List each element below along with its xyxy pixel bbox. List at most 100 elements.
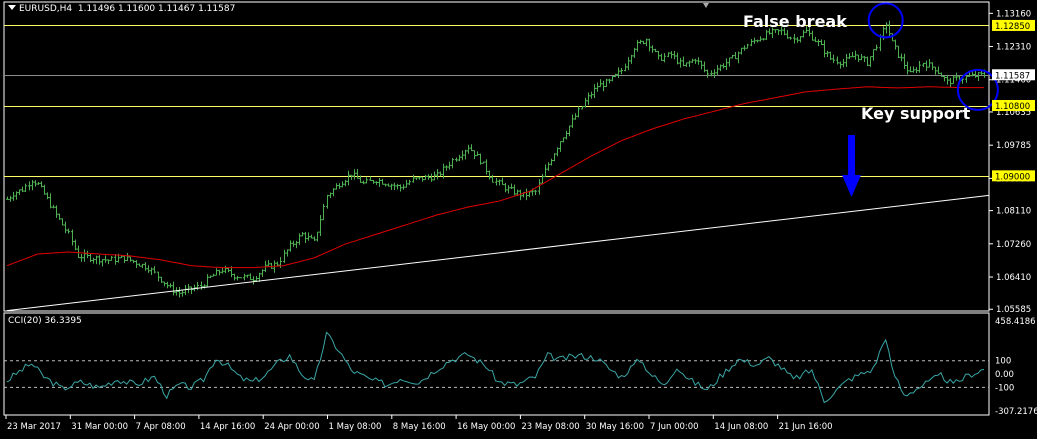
- ohlc-bar: [181, 290, 184, 297]
- ohlc-bar: [753, 37, 756, 44]
- ohlc-bar: [759, 36, 762, 42]
- ohlc-bar: [796, 37, 799, 43]
- indicator-header: CCI(20) 36.3395: [8, 316, 82, 326]
- price-tick-label: 1.12310: [996, 43, 1031, 53]
- ohlc-bar: [587, 92, 590, 105]
- ohlc-bar: [12, 191, 15, 201]
- ohlc-bar: [233, 273, 236, 281]
- ohlc-bar: [415, 177, 418, 181]
- ohlc-bar: [396, 183, 399, 190]
- cci-indicator: [4, 331, 989, 404]
- ohlc-bar: [700, 60, 703, 70]
- ohlc-bar: [832, 54, 835, 63]
- ohlc-bar: [501, 177, 504, 186]
- price-tick-label: 1.07260: [996, 240, 1031, 250]
- ohlc-bar: [476, 151, 479, 157]
- ohlc-bar: [114, 253, 117, 265]
- ohlc-bar: [716, 65, 719, 75]
- ohlc-bar: [685, 62, 688, 67]
- ohlc-bar: [341, 181, 344, 188]
- ohlc-bar: [157, 271, 160, 282]
- ohlc-bar: [498, 179, 501, 186]
- cci-pane-border: [3, 312, 990, 416]
- main-pane-border: [3, 1, 990, 312]
- ohlc-bar: [18, 189, 21, 196]
- chart-header: EURUSD,H4 1.11496 1.11600 1.11467 1.1158…: [8, 4, 235, 14]
- trendline-path: [6, 194, 990, 312]
- moving-average-line: [6, 86, 984, 269]
- ohlc-bar: [485, 159, 488, 175]
- ohlc-bar: [21, 186, 24, 192]
- ohlc-bar: [789, 36, 792, 40]
- ohlc-bar: [71, 229, 74, 246]
- ohlc-bar: [556, 147, 559, 157]
- ohlc-bar: [900, 53, 903, 62]
- ohlc-bar: [703, 61, 706, 73]
- ohlc-bar: [298, 233, 301, 246]
- ohlc-bar: [402, 184, 405, 190]
- ohlc-bar: [786, 30, 789, 39]
- ohlc-bar: [92, 257, 95, 264]
- ohlc-bar: [836, 56, 839, 65]
- ohlc-bar: [547, 162, 550, 171]
- ohlc-bar: [534, 189, 537, 195]
- ohlc-bar: [55, 205, 58, 218]
- level-price-label: 1.10800: [995, 102, 1030, 112]
- price-chart[interactable]: 1.131601.123101.114601.106351.097851.089…: [0, 0, 1037, 439]
- ohlc-bar: [421, 176, 424, 182]
- ohlc-bar: [943, 75, 946, 82]
- ohlc-bar: [565, 130, 568, 140]
- ohlc-bar: [34, 180, 37, 187]
- ohlc-bar: [141, 263, 144, 268]
- ohlc-bar: [304, 231, 307, 243]
- ohlc-bar: [433, 171, 436, 181]
- ohlc-bar: [172, 281, 175, 296]
- ohlc-bar: [46, 192, 49, 200]
- ohlc-bar: [123, 255, 126, 264]
- time-tick-label: 7 Apr 08:00: [136, 422, 186, 432]
- ohlc-bar: [461, 150, 464, 161]
- ohlc-bar: [61, 218, 64, 226]
- price-tick-label: 1.06410: [996, 273, 1031, 283]
- ohlc-bar: [236, 275, 239, 281]
- ohlc-bar: [369, 176, 372, 182]
- ohlc-bar: [24, 183, 27, 192]
- ohlc-bar: [126, 253, 129, 262]
- ohlc-bar: [875, 44, 878, 51]
- ohlc-bar: [845, 53, 848, 67]
- ohlc-bar: [221, 267, 224, 274]
- ohlc-bar: [577, 106, 580, 118]
- down-arrow-icon: [842, 175, 861, 197]
- ohlc-bar: [848, 53, 851, 59]
- ohlc-bar: [49, 193, 52, 209]
- ohlc-bar: [673, 50, 676, 60]
- ohlc-bar: [252, 276, 255, 285]
- key-support-label: Key support: [861, 104, 971, 123]
- ohlc-bar: [261, 269, 264, 277]
- ohlc-bar: [928, 59, 931, 68]
- ohlc-bar: [347, 170, 350, 186]
- ohlc-bar: [292, 240, 295, 247]
- ohlc-bar: [663, 53, 666, 63]
- ohlc-bar: [645, 38, 648, 47]
- ohlc-bar: [267, 260, 270, 268]
- ohlc-bar: [329, 192, 332, 199]
- ohlc-bar: [9, 195, 12, 202]
- ohlc-bar: [83, 249, 86, 262]
- ohlc-bar: [750, 39, 753, 47]
- ohlc-bar: [77, 245, 80, 259]
- ohlc-bar: [627, 57, 630, 71]
- ohlc-bar: [482, 161, 485, 164]
- ohlc-bar: [283, 249, 286, 263]
- ohlc-bar: [504, 183, 507, 193]
- ohlc-bar: [362, 180, 365, 185]
- ohlc-bar: [28, 181, 31, 191]
- ohlc-bar: [743, 45, 746, 51]
- ohlc-bar: [212, 273, 215, 277]
- ohlc-bar: [934, 66, 937, 75]
- ohlc-bar: [350, 174, 353, 180]
- trendline: [6, 194, 990, 312]
- triangle-down-icon[interactable]: [8, 5, 16, 10]
- ohlc-bar: [915, 67, 918, 74]
- ohlc-bar: [854, 50, 857, 60]
